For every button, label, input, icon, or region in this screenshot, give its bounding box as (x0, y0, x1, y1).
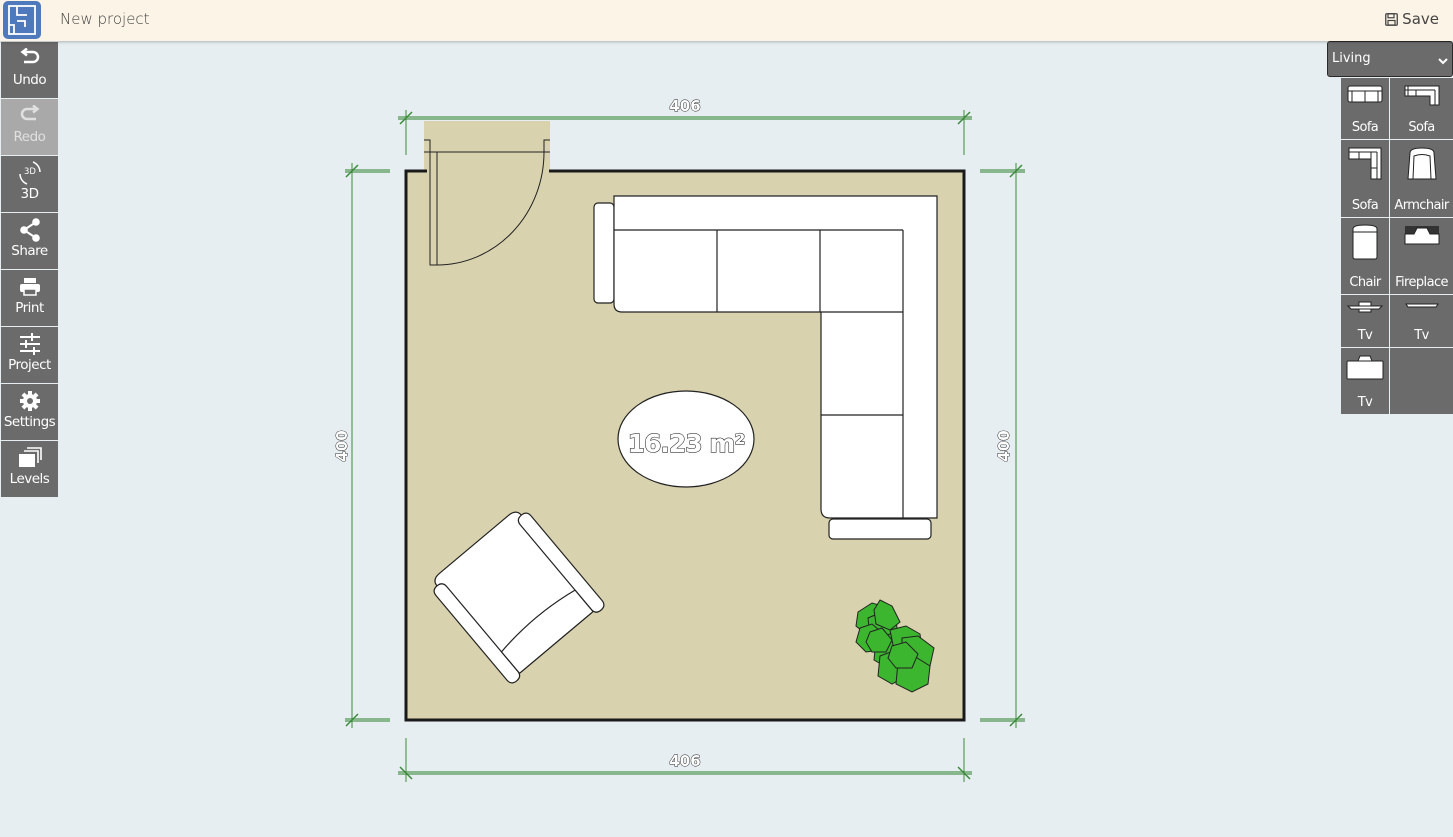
furniture-catalog: Sofa Sofa Sofa Armchair Chair Fireplace … (1341, 78, 1453, 414)
catalog-item-label: Sofa (1408, 120, 1435, 135)
3d-label: 3D (20, 186, 39, 202)
levels-label: Levels (9, 471, 50, 487)
dimension-left-label[interactable]: 400 (333, 430, 352, 462)
room-area-tag[interactable]: 16.23 m² (617, 390, 755, 488)
catalog-item-label: Sofa (1351, 198, 1379, 213)
gear-icon (18, 384, 42, 414)
floorplan-logo-icon (8, 5, 36, 35)
catalog-item-sofa-corner[interactable]: Sofa (1390, 78, 1453, 139)
catalog-item-tv-crt[interactable]: Tv (1341, 348, 1389, 414)
share-icon (17, 213, 43, 243)
3d-button[interactable]: 3D 3D (1, 156, 58, 212)
3d-rotate-icon: 3D (16, 156, 44, 186)
catalog-item-label: Sofa (1351, 120, 1379, 135)
chevron-down-icon (1438, 54, 1448, 69)
floppy-disk-icon (1385, 12, 1399, 26)
settings-button[interactable]: Settings (1, 384, 58, 440)
redo-label: Redo (13, 129, 46, 145)
catalog-item-label: Tv (1357, 395, 1373, 410)
tv-flat-icon (1404, 303, 1439, 308)
catalog-item-label: Tv (1414, 328, 1429, 343)
catalog-item-label: Fireplace (1395, 275, 1448, 290)
catalog-item-tv-stand[interactable]: Tv (1341, 295, 1389, 347)
dimension-bottom-label[interactable]: 406 (669, 752, 701, 771)
catalog-item-label: Tv (1357, 328, 1373, 343)
top-bar: New project Save (0, 0, 1453, 41)
catalog-empty-slot (1390, 348, 1453, 414)
levels-button[interactable]: Levels (1, 441, 58, 497)
door-opening-floor (424, 121, 550, 173)
print-label: Print (15, 300, 44, 316)
sliders-icon (18, 327, 42, 357)
catalog-item-sofa-two-seat[interactable]: Sofa (1341, 78, 1389, 139)
app-logo[interactable] (3, 1, 41, 39)
chair-icon (1352, 224, 1378, 260)
category-select[interactable]: Living (1327, 41, 1453, 77)
svg-text:3D: 3D (24, 167, 36, 177)
room-area-label: 16.23 m² (628, 429, 745, 458)
project-label: Project (8, 357, 51, 373)
catalog-item-sofa-l-shape[interactable]: Sofa (1341, 140, 1389, 217)
armchair-icon (1406, 147, 1437, 180)
project-button[interactable]: Project (1, 327, 58, 383)
catalog-item-label: Chair (1349, 275, 1381, 290)
left-toolbar: Undo Redo 3D 3D Share Print Project Sett… (1, 42, 58, 498)
project-title[interactable]: New project (60, 10, 150, 28)
settings-label: Settings (3, 414, 56, 430)
sofa-l-shape-icon (1348, 147, 1382, 180)
category-selected-value: Living (1332, 51, 1371, 66)
floor-plan-canvas[interactable]: 406 406 400 400 16.23 m² (0, 0, 1453, 837)
share-label: Share (11, 243, 48, 259)
undo-button[interactable]: Undo (1, 42, 58, 98)
catalog-item-tv-flat[interactable]: Tv (1390, 295, 1453, 347)
catalog-item-chair[interactable]: Chair (1341, 218, 1389, 294)
dimension-top-label[interactable]: 406 (669, 97, 701, 116)
sofa-two-seat-icon (1347, 85, 1383, 103)
catalog-item-label: Armchair (1394, 198, 1449, 213)
catalog-item-fireplace[interactable]: Fireplace (1390, 218, 1453, 294)
redo-button[interactable]: Redo (1, 99, 58, 155)
save-label: Save (1402, 10, 1439, 28)
save-button[interactable]: Save (1385, 10, 1439, 28)
print-icon (18, 270, 42, 300)
fireplace-icon (1404, 226, 1439, 245)
tv-stand-icon (1346, 301, 1384, 313)
catalog-item-armchair[interactable]: Armchair (1390, 140, 1453, 217)
layers-icon (17, 441, 43, 471)
dimension-left[interactable] (345, 163, 390, 728)
print-button[interactable]: Print (1, 270, 58, 326)
sofa-corner-icon (1404, 85, 1439, 106)
undo-label: Undo (12, 72, 47, 88)
dimension-right-label[interactable]: 400 (995, 430, 1014, 462)
tv-crt-icon (1346, 355, 1384, 380)
undo-icon (18, 42, 42, 72)
redo-icon (18, 99, 42, 129)
share-button[interactable]: Share (1, 213, 58, 269)
